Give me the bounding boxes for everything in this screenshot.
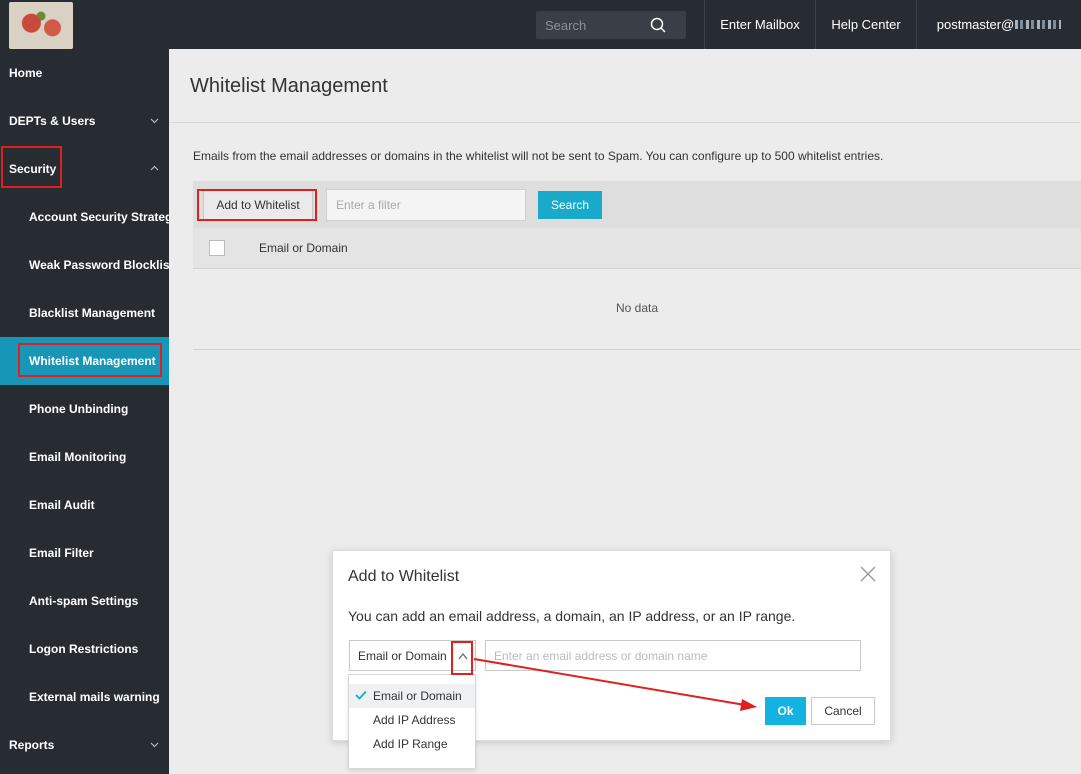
sidebar-item-home[interactable]: Home — [0, 49, 169, 97]
header-search-input[interactable] — [536, 11, 646, 39]
highlight-type-chevron — [451, 641, 473, 675]
sidebar-item-email-audit[interactable]: Email Audit — [0, 481, 169, 529]
header-search — [536, 11, 686, 39]
address-input[interactable] — [485, 640, 861, 671]
sidebar-item-label: Email Audit — [29, 498, 95, 512]
user-label: postmaster@ — [936, 17, 1015, 32]
chevron-down-icon — [150, 742, 159, 748]
sidebar-item-label: External mails warning — [29, 690, 160, 704]
empty-state: No data — [193, 270, 1081, 350]
redacted-domain — [1015, 20, 1062, 29]
sidebar-item-label: Email Filter — [29, 546, 94, 560]
top-bar: Enter Mailbox Help Center postmaster@ — [0, 0, 1081, 49]
logo[interactable] — [9, 2, 73, 49]
dialog-description: You can add an email address, a domain, … — [348, 608, 796, 624]
sidebar-item-label: DEPTs & Users — [9, 114, 96, 128]
sidebar-item-depts-users[interactable]: DEPTs & Users — [0, 97, 169, 145]
help-center-link[interactable]: Help Center — [815, 0, 916, 49]
option-email-or-domain[interactable]: Email or Domain — [349, 684, 475, 708]
sidebar-item-reports[interactable]: Reports — [0, 721, 169, 769]
search-icon[interactable] — [650, 17, 666, 33]
entry-type-value: Email or Domain — [358, 649, 447, 663]
page-description: Emails from the email addresses or domai… — [193, 149, 884, 163]
ok-button[interactable]: Ok — [765, 697, 806, 725]
sidebar-item-label: Phone Unbinding — [29, 402, 129, 416]
option-add-ip-range[interactable]: Add IP Range — [349, 732, 475, 756]
cancel-button[interactable]: Cancel — [811, 697, 875, 725]
dialog-title: Add to Whitelist — [348, 568, 460, 585]
chevron-up-icon — [150, 165, 159, 171]
chevron-down-icon — [150, 118, 159, 124]
user-menu[interactable]: postmaster@ — [916, 0, 1081, 49]
select-all-checkbox[interactable] — [209, 240, 225, 256]
sidebar-item-label: Reports — [9, 738, 55, 752]
option-add-ip-address[interactable]: Add IP Address — [349, 708, 475, 732]
sidebar-item-blacklist-management[interactable]: Blacklist Management — [0, 289, 169, 337]
sidebar-item-label: Anti-spam Settings — [29, 594, 139, 608]
toolbar: Add to Whitelist Search — [193, 181, 1081, 228]
search-button[interactable]: Search — [538, 191, 602, 219]
sidebar-item-label: Logon Restrictions — [29, 642, 139, 656]
enter-mailbox-label: Enter Mailbox — [720, 17, 800, 32]
check-icon — [355, 690, 367, 700]
help-center-label: Help Center — [831, 17, 901, 32]
option-label: Add IP Range — [373, 737, 448, 751]
highlight-security — [1, 146, 62, 188]
option-label: Add IP Address — [373, 713, 456, 727]
sidebar-item-anti-spam-settings[interactable]: Anti-spam Settings — [0, 577, 169, 625]
sidebar-item-account-security-strategy[interactable]: Account Security Strategy — [0, 193, 169, 241]
table-header: Email or Domain — [193, 228, 1081, 269]
title-divider — [169, 122, 1081, 123]
entry-type-dropdown: Email or Domain Add IP Address Add IP Ra… — [348, 674, 476, 769]
sidebar-item-logon-restrictions[interactable]: Logon Restrictions — [0, 625, 169, 673]
filter-input[interactable] — [326, 189, 526, 221]
sidebar-item-weak-password-blocklist[interactable]: Weak Password Blocklist Settings — [0, 241, 169, 289]
option-label: Email or Domain — [373, 689, 462, 703]
enter-mailbox-link[interactable]: Enter Mailbox — [704, 0, 815, 49]
page-title: Whitelist Management — [190, 75, 388, 97]
sidebar-item-label: Blacklist Management — [29, 306, 156, 320]
sidebar-item-external-mails-warning[interactable]: External mails warning — [0, 673, 169, 721]
highlight-whitelist-management — [18, 343, 162, 377]
sidebar-item-label: Email Monitoring — [29, 450, 127, 464]
sidebar-item-email-monitoring[interactable]: Email Monitoring — [0, 433, 169, 481]
column-header-email: Email or Domain — [259, 241, 348, 255]
sidebar-item-email-filter[interactable]: Email Filter — [0, 529, 169, 577]
sidebar-item-phone-unbinding[interactable]: Phone Unbinding — [0, 385, 169, 433]
sidebar-item-label: Weak Password Blocklist Settings — [29, 258, 169, 272]
close-icon[interactable] — [859, 565, 877, 583]
sidebar-item-label: Account Security Strategy — [29, 210, 169, 224]
highlight-add-to-whitelist — [197, 189, 317, 221]
sidebar-item-label: Home — [9, 66, 43, 80]
